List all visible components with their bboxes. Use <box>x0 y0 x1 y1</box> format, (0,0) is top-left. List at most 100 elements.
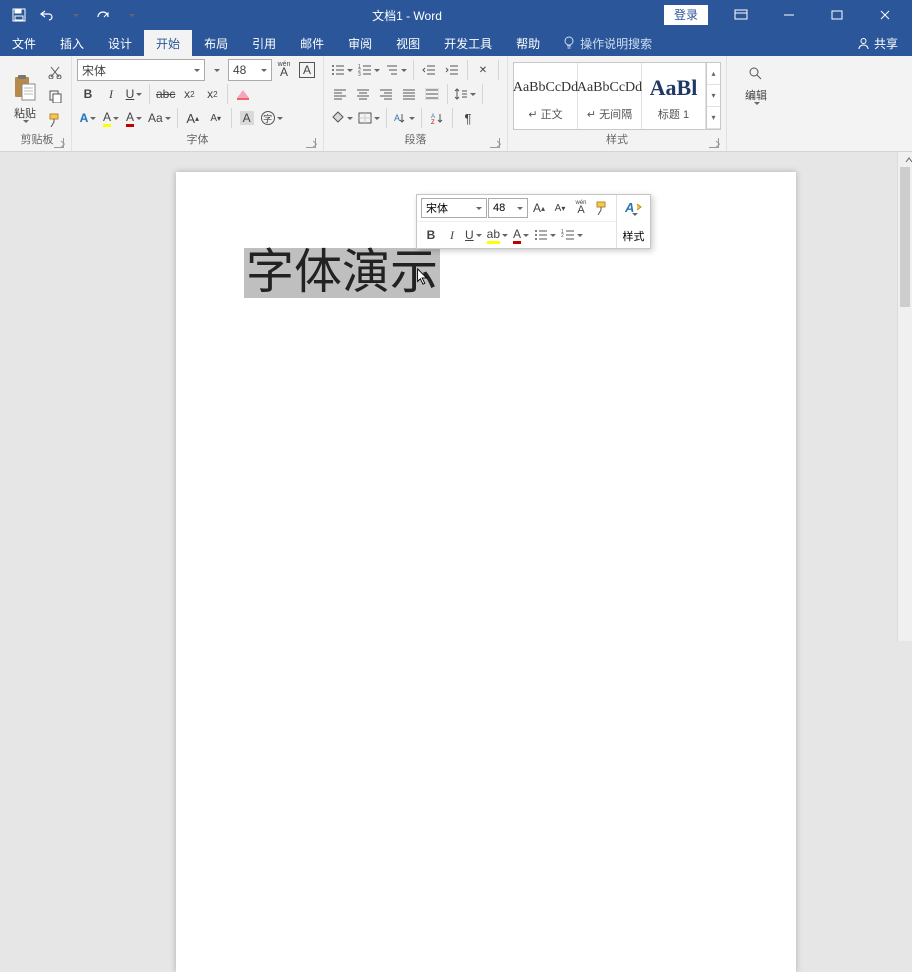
save-icon[interactable] <box>6 3 32 27</box>
underline-button[interactable]: U <box>123 83 145 105</box>
font-size-combo[interactable]: 48 <box>228 59 272 81</box>
justify-button[interactable] <box>398 83 420 105</box>
qat-customize-icon[interactable] <box>118 3 144 27</box>
font-name-recent-drop[interactable] <box>205 59 227 81</box>
change-case-button[interactable]: Aa <box>146 107 173 129</box>
align-left-button[interactable] <box>329 83 351 105</box>
tab-view[interactable]: 视图 <box>384 30 432 56</box>
ruby-button[interactable]: wénA <box>273 59 295 81</box>
distribute-button[interactable] <box>421 83 443 105</box>
style-normal[interactable]: AaBbCcDd ↵ 正文 <box>514 63 578 129</box>
bullets-button[interactable] <box>329 59 355 81</box>
tab-developer[interactable]: 开发工具 <box>432 30 504 56</box>
mini-font-size[interactable]: 48 <box>488 198 528 218</box>
format-painter-icon[interactable] <box>44 109 66 131</box>
subscript-button[interactable]: x2 <box>178 83 200 105</box>
clipboard-launcher-icon[interactable] <box>54 138 64 148</box>
mini-highlight[interactable]: ab <box>485 225 510 245</box>
vertical-scrollbar[interactable] <box>897 152 912 641</box>
selected-text[interactable]: 字体演示 <box>244 248 440 298</box>
decrease-indent-button[interactable] <box>418 59 440 81</box>
mini-underline[interactable]: U <box>463 225 484 245</box>
group-styles: AaBbCcDd ↵ 正文 AaBbCcDd ↵ 无间隔 AaBl 标题 1 ▴… <box>508 56 727 151</box>
enclosed-char-button[interactable]: 字 <box>259 107 285 129</box>
shading-button[interactable] <box>329 107 355 129</box>
font-name-combo[interactable]: 宋体 <box>77 59 205 81</box>
mini-grow-font[interactable]: A▴ <box>529 198 549 218</box>
paste-button[interactable]: 粘贴 <box>8 59 42 127</box>
maximize-icon[interactable] <box>814 0 860 30</box>
cut-icon[interactable] <box>44 61 66 83</box>
mini-font-name[interactable]: 宋体 <box>421 198 487 218</box>
share-button[interactable]: 共享 <box>843 30 912 56</box>
strikethrough-button[interactable]: abc <box>154 83 177 105</box>
font-launcher-icon[interactable] <box>306 138 316 148</box>
style-heading1[interactable]: AaBl 标题 1 <box>642 63 706 129</box>
share-label: 共享 <box>874 35 898 52</box>
minimize-icon[interactable] <box>766 0 812 30</box>
tab-design[interactable]: 设计 <box>96 30 144 56</box>
tell-me[interactable]: 操作说明搜索 <box>552 30 662 56</box>
scroll-thumb[interactable] <box>900 167 910 307</box>
mini-ruby[interactable]: wénA <box>571 198 591 218</box>
char-shading-button[interactable]: A <box>236 107 258 129</box>
clear-format-button[interactable] <box>232 83 254 105</box>
shrink-font-button[interactable]: A▾ <box>205 107 227 129</box>
highlight-button[interactable]: A <box>100 107 122 129</box>
mini-shrink-font[interactable]: A▾ <box>550 198 570 218</box>
mini-numbering[interactable]: 12 <box>559 225 585 245</box>
numbering-button[interactable]: 123 <box>356 59 382 81</box>
tab-file[interactable]: 文件 <box>0 30 48 56</box>
styles-more-icon[interactable]: ▴▾▾ <box>706 63 720 129</box>
grow-font-button[interactable]: A▴ <box>182 107 204 129</box>
increase-indent-button[interactable] <box>441 59 463 81</box>
styles-gallery[interactable]: AaBbCcDd ↵ 正文 AaBbCcDd ↵ 无间隔 AaBl 标题 1 ▴… <box>513 62 721 130</box>
tab-insert[interactable]: 插入 <box>48 30 96 56</box>
show-marks-button[interactable]: ¶ <box>457 107 479 129</box>
text-effects-button[interactable]: A <box>77 107 99 129</box>
tab-help[interactable]: 帮助 <box>504 30 552 56</box>
page[interactable]: 字体演示 宋体 48 A▴ A▾ wénA B I U ab <box>176 172 796 972</box>
tab-review[interactable]: 审阅 <box>336 30 384 56</box>
tab-references[interactable]: 引用 <box>240 30 288 56</box>
mini-format-painter-icon[interactable] <box>592 198 612 218</box>
tab-layout[interactable]: 布局 <box>192 30 240 56</box>
mini-bullets[interactable] <box>532 225 558 245</box>
superscript-button[interactable]: x2 <box>201 83 223 105</box>
multilevel-button[interactable] <box>383 59 409 81</box>
undo-icon[interactable] <box>34 3 60 27</box>
login-button[interactable]: 登录 <box>664 5 708 25</box>
sort-button[interactable]: AZ <box>426 107 448 129</box>
char-border-button[interactable]: A <box>296 59 318 81</box>
editing-drop-icon[interactable] <box>752 105 760 117</box>
scroll-up-icon[interactable] <box>898 152 912 167</box>
copy-icon[interactable] <box>44 85 66 107</box>
edit-label: 编辑 <box>745 87 767 103</box>
paragraph-launcher-icon[interactable] <box>490 138 500 148</box>
find-icon[interactable] <box>745 63 767 85</box>
borders-button[interactable] <box>356 107 382 129</box>
mini-font-color[interactable]: A <box>511 225 531 245</box>
redo-icon[interactable] <box>90 3 116 27</box>
align-right-button[interactable] <box>375 83 397 105</box>
asian-layout-button[interactable]: ✕ <box>472 59 494 81</box>
mini-bold[interactable]: B <box>421 225 441 245</box>
bold-button[interactable]: B <box>77 83 99 105</box>
tab-home[interactable]: 开始 <box>144 30 192 56</box>
group-font: 宋体 48 wénA A B I U abc x2 x2 A A A <box>72 56 324 151</box>
group-clipboard-label: 剪贴板 <box>8 133 66 151</box>
align-center-button[interactable] <box>352 83 374 105</box>
style-no-spacing[interactable]: AaBbCcDd ↵ 无间隔 <box>578 63 642 129</box>
mini-italic[interactable]: I <box>442 225 462 245</box>
undo-drop-icon[interactable] <box>62 3 88 27</box>
tab-mailings[interactable]: 邮件 <box>288 30 336 56</box>
mini-styles[interactable]: A 样式 <box>616 195 650 248</box>
close-icon[interactable] <box>862 0 908 30</box>
font-color-button[interactable]: A <box>123 107 145 129</box>
styles-launcher-icon[interactable] <box>709 138 719 148</box>
ribbon-display-icon[interactable] <box>718 0 764 30</box>
paste-drop-icon[interactable] <box>21 123 29 127</box>
italic-button[interactable]: I <box>100 83 122 105</box>
line-spacing-button[interactable] <box>452 83 478 105</box>
text-direction-button[interactable]: A <box>391 107 417 129</box>
